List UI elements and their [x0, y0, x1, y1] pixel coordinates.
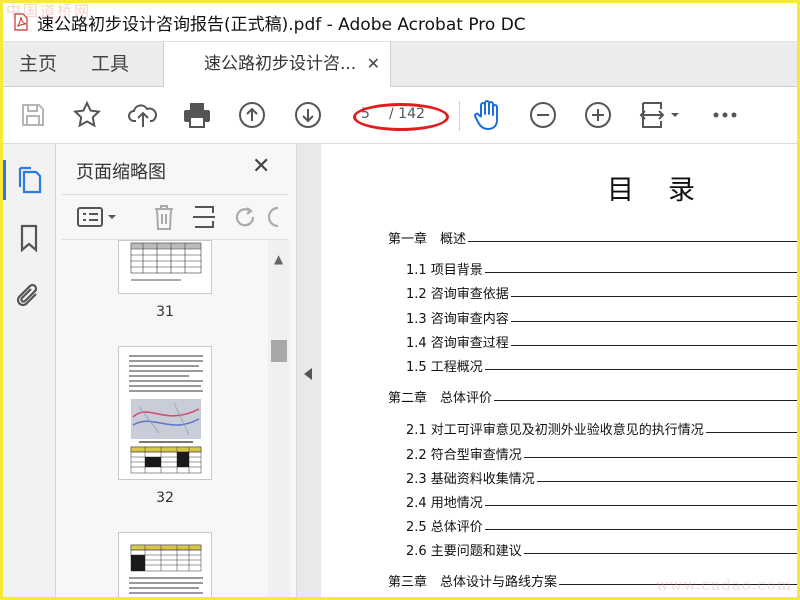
- zoom-out-icon[interactable]: [527, 99, 559, 131]
- scrollbar-thumb[interactable]: [271, 340, 287, 362]
- toc-entry-text: 1.5 工程概况: [406, 356, 485, 375]
- page-up-icon[interactable]: [236, 99, 268, 131]
- insert-page-icon[interactable]: [190, 203, 218, 231]
- toc-entry-text: 1.1 项目背景: [406, 259, 485, 278]
- toc-entry-text: 2.4 用地情况: [406, 492, 485, 511]
- thumbnail-page-number: 31: [156, 304, 174, 320]
- tab-tools[interactable]: 工具: [91, 42, 129, 86]
- toc-entry[interactable]: 2.3 基础资料收集情况: [388, 468, 797, 490]
- toc-entry-text: 2.6 主要问题和建议: [406, 540, 524, 559]
- toc-entry[interactable]: 1.1 项目背景: [388, 259, 797, 281]
- options-menu-icon[interactable]: [76, 203, 120, 231]
- toc-entry-text: 第三章 总体设计与路线方案: [388, 571, 560, 590]
- rotate-page-icon[interactable]: [232, 203, 260, 231]
- thumbnail-page[interactable]: [118, 240, 212, 294]
- toolbar-divider: [459, 101, 460, 131]
- toc-entry[interactable]: 2.6 主要问题和建议: [388, 540, 797, 562]
- toc-entry-text: 2.2 符合型审查情况: [406, 444, 524, 463]
- table-thumbnail-graphic: [129, 544, 203, 594]
- tab-home[interactable]: 主页: [19, 42, 57, 86]
- page-thumbnails-icon[interactable]: [3, 160, 43, 200]
- thumbnail-page-number: 32: [156, 490, 174, 506]
- toc-entry[interactable]: 1.2 咨询审查依据: [388, 283, 797, 305]
- toc-entry-text: 2.5 总体评价: [406, 516, 485, 535]
- toc-entry[interactable]: 第二章 总体评价: [388, 387, 797, 409]
- hand-tool-icon[interactable]: [471, 99, 503, 131]
- thumbnail-page[interactable]: [118, 532, 212, 597]
- document-view: 目录 第一章 概述 1.1 项目背景 1.2 咨询审查依据 1.3 咨询审查内容 1.4…: [321, 144, 797, 597]
- toc-entry[interactable]: 2.4 用地情况: [388, 492, 797, 514]
- panel-title: 页面缩略图: [76, 162, 166, 183]
- toolbar: 5 / 142: [3, 87, 797, 144]
- document-tab-label: 速公路初步设计咨...: [204, 54, 357, 74]
- watermark-top: 中国道桥网: [6, 2, 92, 20]
- save-icon[interactable]: [17, 99, 49, 131]
- panel-toolbar: [62, 194, 288, 240]
- toc-entry[interactable]: 2.2 符合型审查情况: [388, 444, 797, 466]
- more-icon[interactable]: [709, 99, 741, 131]
- map-thumbnail-graphic: [129, 355, 203, 474]
- toc-entry[interactable]: 第一章 概述: [388, 228, 797, 250]
- collapse-arrow-icon[interactable]: [304, 368, 312, 380]
- title-bar: 速公路初步设计咨询报告(正式稿).pdf - Adobe Acrobat Pro…: [3, 3, 797, 42]
- toc-entry-text: 1.4 咨询审查过程: [406, 332, 511, 351]
- thumbnail-list: 31 32: [56, 240, 266, 597]
- thumbnail-panel: 页面缩略图 ✕ 31 32 ▲: [56, 144, 296, 597]
- tab-document[interactable]: 速公路初步设计咨... ✕: [163, 42, 391, 87]
- toc-entry[interactable]: 1.3 咨询审查内容: [388, 308, 797, 330]
- watermark-bottom: www.cndao.com: [655, 576, 792, 594]
- attachment-icon[interactable]: [15, 282, 43, 310]
- bookmark-icon[interactable]: [15, 224, 43, 252]
- panel-close-icon[interactable]: ✕: [252, 154, 270, 179]
- toc-entry[interactable]: 2.1 对工可评审意见及初测外业验收意见的执行情况: [388, 419, 797, 441]
- toc-entry-text: 1.2 咨询审查依据: [406, 283, 511, 302]
- toc-entry-text: 2.1 对工可评审意见及初测外业验收意见的执行情况: [406, 419, 706, 438]
- highlight-ellipse: [353, 103, 449, 131]
- table-thumbnail-graphic: [130, 242, 202, 281]
- zoom-in-icon[interactable]: [582, 99, 614, 131]
- star-icon[interactable]: [71, 99, 103, 131]
- toc-entry-text: 1.3 咨询审查内容: [406, 308, 511, 327]
- rotate-right-icon[interactable]: [268, 203, 288, 231]
- toc-entry-text: 第一章 概述: [388, 228, 469, 247]
- upload-cloud-icon[interactable]: [127, 99, 159, 131]
- print-icon[interactable]: [181, 99, 213, 131]
- thumbnail-scrollbar[interactable]: ▲: [268, 240, 290, 597]
- toc-entry-text: 2.3 基础资料收集情况: [406, 468, 537, 487]
- scroll-up-icon[interactable]: ▲: [274, 252, 283, 266]
- document-heading: 目录: [607, 175, 729, 206]
- toc-entry[interactable]: 2.5 总体评价: [388, 516, 797, 538]
- fit-page-icon[interactable]: [635, 99, 683, 131]
- toc-entry-text: 第二章 总体评价: [388, 387, 495, 406]
- delete-page-icon[interactable]: [150, 203, 178, 231]
- toc-entry[interactable]: 1.4 咨询审查过程: [388, 332, 797, 354]
- toc-entry[interactable]: 1.5 工程概况: [388, 356, 797, 378]
- window-title: 速公路初步设计咨询报告(正式稿).pdf - Adobe Acrobat Pro…: [37, 14, 526, 35]
- thumbnail-page[interactable]: [118, 346, 212, 480]
- close-tab-icon[interactable]: ✕: [367, 42, 380, 86]
- left-rail: [3, 144, 56, 597]
- tab-bar: 主页 工具 速公路初步设计咨... ✕: [3, 42, 797, 87]
- page-down-icon[interactable]: [292, 99, 324, 131]
- panel-collapse-handle[interactable]: [296, 144, 322, 597]
